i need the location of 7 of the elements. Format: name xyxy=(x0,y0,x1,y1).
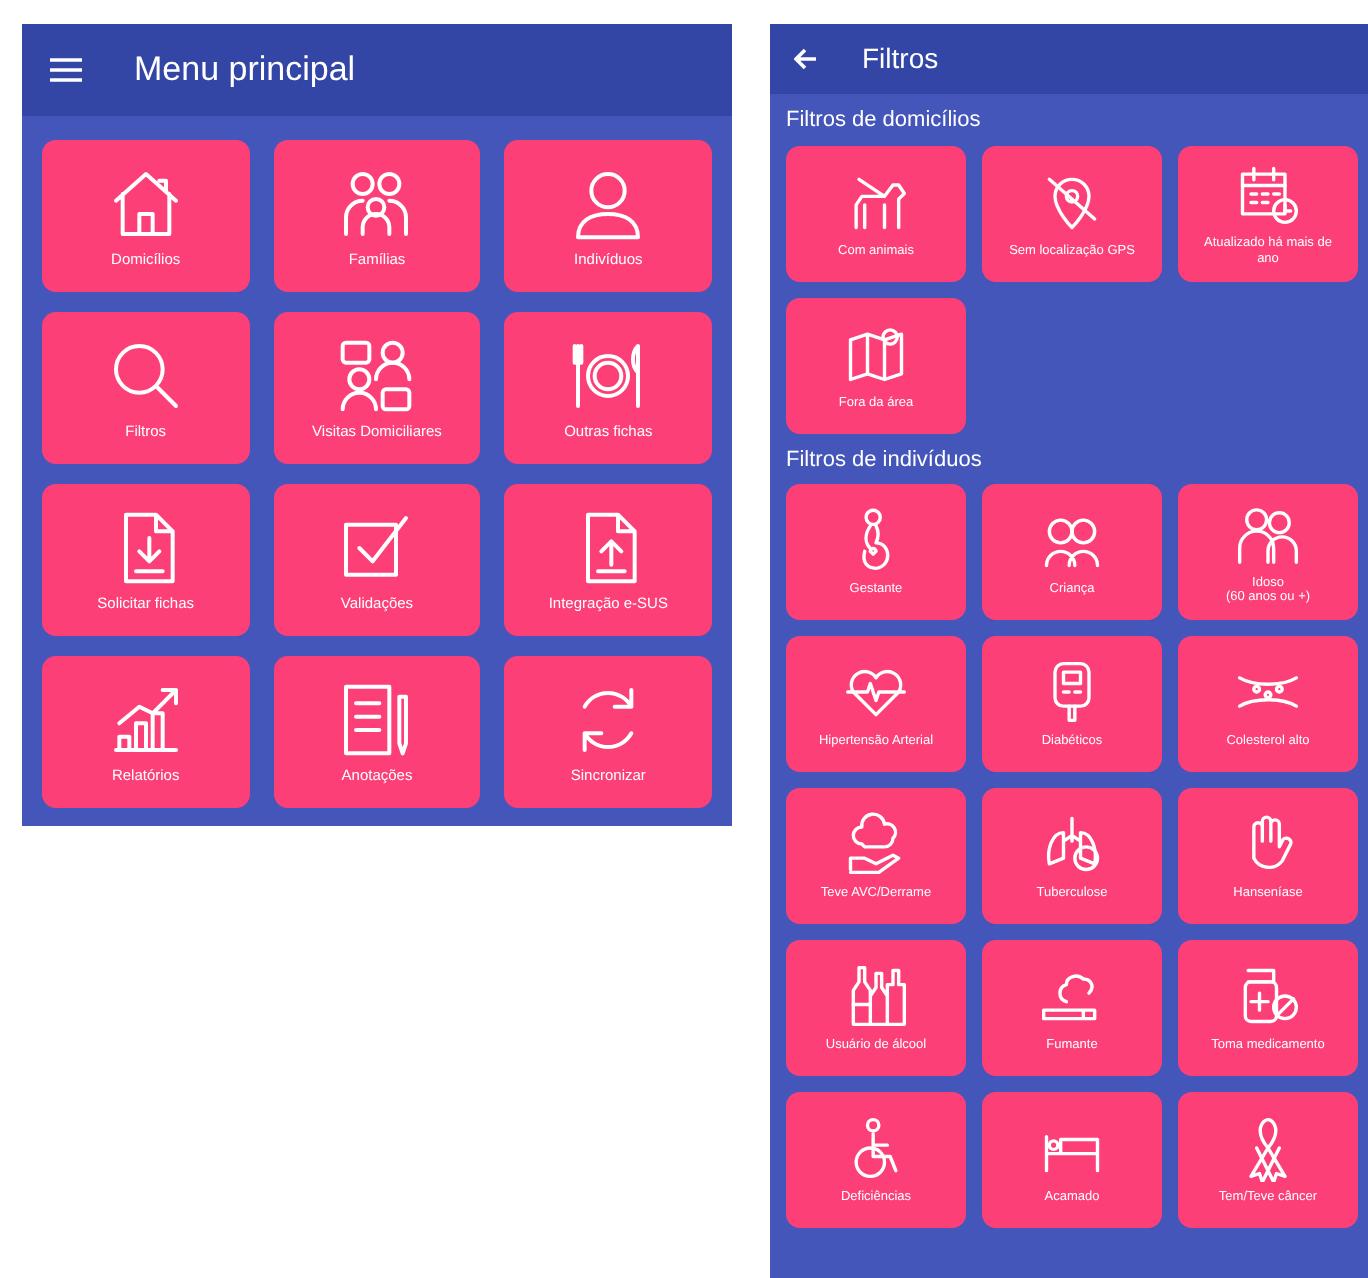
screen-title: Menu principal xyxy=(134,48,356,93)
screen-title: Filtros xyxy=(862,40,939,78)
section-title: Filtros de indivíduos xyxy=(784,445,984,475)
back-arrow-icon[interactable] xyxy=(794,48,818,70)
menu-icon[interactable] xyxy=(50,58,82,82)
people-speech-icon xyxy=(336,335,417,416)
section-title: Filtros de domicílios xyxy=(784,106,983,136)
